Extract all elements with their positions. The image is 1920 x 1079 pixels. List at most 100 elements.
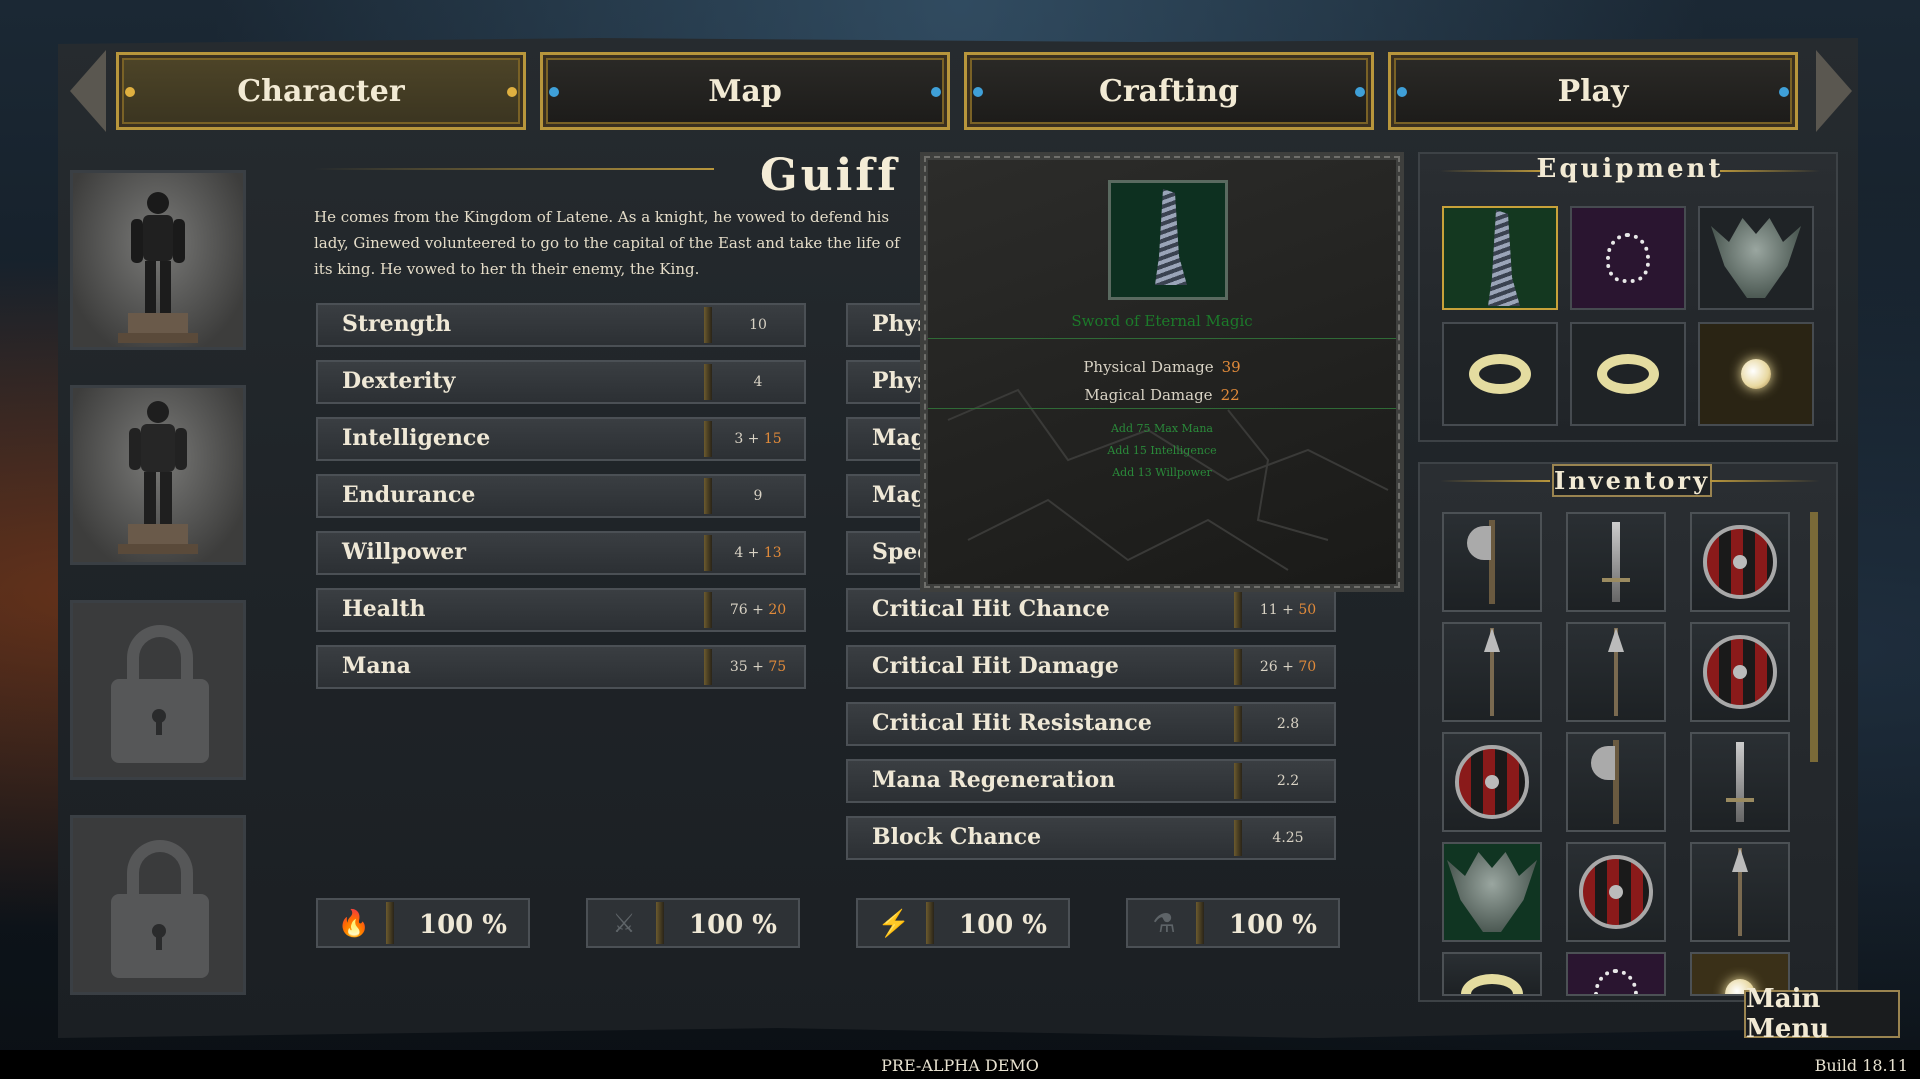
sword-icon: [1147, 189, 1187, 285]
item-effect: Add 13 Willpower: [1112, 466, 1212, 479]
gem-icon: [549, 87, 559, 97]
inventory-slot[interactable]: [1566, 952, 1666, 996]
gem-icon: [1397, 87, 1407, 97]
inventory-slot[interactable]: [1690, 512, 1790, 612]
potion-icon: ⚗: [1152, 909, 1176, 939]
physical-damage-row: Physical Damage 39: [928, 358, 1396, 376]
helmet-icon: [1447, 852, 1537, 932]
stat-divider: [1234, 706, 1242, 742]
item-effect: Add 15 Intelligence: [1107, 444, 1217, 457]
stat-bonus: 13: [763, 545, 782, 561]
gem-icon: [507, 87, 517, 97]
equip-slot-ring-2[interactable]: [1570, 322, 1686, 426]
inventory-slot[interactable]: [1566, 732, 1666, 832]
portrait-slot-4-locked: [70, 815, 246, 995]
gem-icon: [931, 87, 941, 97]
demo-label: PRE-ALPHA DEMO: [881, 1056, 1039, 1075]
main-menu-button[interactable]: Main Menu: [1744, 984, 1900, 1044]
stat-divider: [704, 364, 712, 400]
footer-bar: PRE-ALPHA DEMO Build 18.11: [0, 1050, 1920, 1079]
stat-divider: [704, 421, 712, 457]
stat-divider: [1234, 649, 1242, 685]
magical-damage-row: Magical Damage 22: [928, 386, 1396, 404]
inventory-slot[interactable]: [1566, 622, 1666, 722]
stat-bonus: 50: [1298, 602, 1317, 618]
resistance-fire: 🔥 100 %: [316, 898, 530, 948]
sword-icon: [1726, 742, 1754, 822]
stat-label: Endurance: [342, 482, 476, 508]
resistance-value: 100 %: [688, 910, 778, 940]
gem-icon: [125, 87, 135, 97]
res-divider: [1196, 902, 1204, 944]
res-divider: [656, 902, 664, 944]
ring-icon: [1469, 354, 1531, 394]
equip-slot-necklace[interactable]: [1570, 206, 1686, 310]
item-tooltip: Sword of Eternal Magic Physical Damage 39…: [920, 152, 1404, 592]
stat-label: Critical Hit Chance: [872, 596, 1110, 622]
inventory-slot[interactable]: [1690, 842, 1790, 942]
inventory-slot[interactable]: [1442, 512, 1542, 612]
stat-value: 2.2: [1276, 773, 1300, 789]
stat-label: Dexterity: [342, 368, 456, 394]
stat-base: 11 +: [1259, 602, 1294, 618]
inventory-slot[interactable]: [1442, 732, 1542, 832]
tab-crafting[interactable]: Crafting: [964, 52, 1374, 130]
lightning-icon: ⚡: [877, 909, 911, 939]
stat-label: Intelligence: [342, 425, 491, 451]
stat-value: 26 + 70: [1248, 659, 1328, 675]
stat-base: 35 +: [729, 659, 764, 675]
stat-health: Health 76 + 20: [316, 588, 806, 632]
res-divider: [386, 902, 394, 944]
inventory-scrollbar[interactable]: [1810, 512, 1818, 762]
stat-value: 2.8: [1276, 716, 1300, 732]
character-name: Guiff: [760, 150, 900, 201]
portrait-slot-2[interactable]: [70, 385, 246, 565]
stat-label: Health: [342, 596, 426, 622]
gem-icon: [1355, 87, 1365, 97]
stat-divider: [704, 307, 712, 343]
stat-divider: [704, 649, 712, 685]
equip-slot-trinket[interactable]: [1698, 322, 1814, 426]
axe-icon: [1467, 520, 1495, 604]
magical-damage-value: 22: [1220, 386, 1240, 404]
stat-willpower: Willpower 4 + 13: [316, 531, 806, 575]
stat-bonus: 15: [763, 431, 782, 447]
inventory-slot[interactable]: [1690, 732, 1790, 832]
title-rule: [1440, 480, 1550, 482]
stat-value: 10: [718, 317, 798, 333]
stat-label: Strength: [342, 311, 452, 337]
resistance-value: 100 %: [958, 910, 1048, 940]
resistance-value: 100 %: [418, 910, 508, 940]
resistance-lightning: ⚡ 100 %: [856, 898, 1070, 948]
inventory-slot[interactable]: [1566, 512, 1666, 612]
stat-bonus: 70: [1298, 659, 1317, 675]
equip-slot-ring-1[interactable]: [1442, 322, 1558, 426]
physical-damage-value: 39: [1221, 358, 1241, 376]
stat-base: 4: [753, 374, 763, 390]
equip-slot-weapon[interactable]: [1442, 206, 1558, 310]
title-rule: [314, 168, 714, 170]
stat-label: Mana Regeneration: [872, 767, 1116, 793]
tab-play[interactable]: Play: [1388, 52, 1798, 130]
spear-icon: [1490, 628, 1494, 716]
tab-character[interactable]: Character: [116, 52, 526, 130]
stat-value: 4.25: [1272, 830, 1304, 846]
inventory-slot[interactable]: [1442, 952, 1542, 996]
stat-label: Block Chance: [872, 824, 1042, 850]
resistance-value: 100 %: [1228, 910, 1318, 940]
inventory-slot[interactable]: [1690, 622, 1790, 722]
inventory-slot[interactable]: [1566, 842, 1666, 942]
sword-icon: [1602, 522, 1630, 602]
inventory-slot[interactable]: [1442, 842, 1542, 942]
keyhole: [156, 932, 162, 950]
inventory-slot[interactable]: [1442, 622, 1542, 722]
stat-mana-regeneration: Mana Regeneration 2.2: [846, 759, 1336, 803]
title-rule: [1720, 170, 1820, 172]
tab-map[interactable]: Map: [540, 52, 950, 130]
stat-base: 76 +: [729, 602, 764, 618]
equip-slot-helmet[interactable]: [1698, 206, 1814, 310]
item-name: Sword of Eternal Magic: [1071, 312, 1253, 330]
portrait-slot-1[interactable]: [70, 170, 246, 350]
spear-icon: [1738, 848, 1742, 936]
fire-icon: 🔥: [337, 909, 371, 939]
